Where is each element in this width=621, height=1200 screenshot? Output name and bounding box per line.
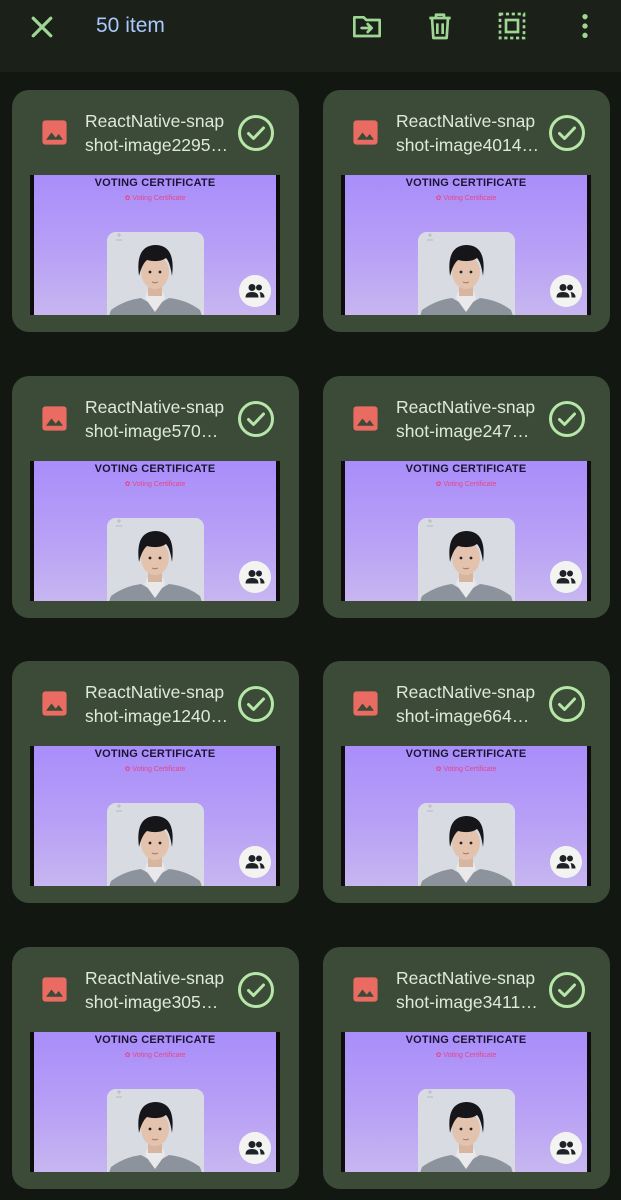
file-name-line-1: ReactNative-snap <box>396 397 536 417</box>
file-name-line-1: ReactNative-snap <box>396 111 536 131</box>
image-file-icon <box>42 406 67 431</box>
image-thumbnail[interactable]: VOTING CERTIFICATE ✿ Voting Certificate <box>30 175 280 315</box>
check-circle-icon[interactable] <box>548 971 586 1009</box>
check-circle-icon[interactable] <box>237 971 275 1009</box>
file-name: ReactNative-snap shot-image305… <box>85 966 235 1014</box>
certificate-subtitle: ✿ Voting Certificate <box>435 195 497 202</box>
file-name-line-1: ReactNative-snap <box>85 968 225 988</box>
file-name-line-2: shot-image570… <box>85 421 219 441</box>
file-card[interactable]: ReactNative-snap shot-image247… VOTING C… <box>323 376 610 618</box>
image-file-icon <box>42 691 67 716</box>
portrait-photo <box>107 1089 204 1172</box>
more-vert-icon[interactable] <box>569 10 601 42</box>
image-file-icon <box>42 977 67 1002</box>
check-circle-icon[interactable] <box>548 400 586 438</box>
file-name-line-1: ReactNative-snap <box>85 111 225 131</box>
image-file-icon <box>353 120 378 145</box>
close-icon[interactable] <box>27 12 57 42</box>
image-thumbnail[interactable]: VOTING CERTIFICATE ✿ Voting Certificate <box>341 175 591 315</box>
file-card[interactable]: ReactNative-snap shot-image664… VOTING C… <box>323 661 610 903</box>
file-name-line-2: shot-image1240… <box>85 706 228 726</box>
file-card[interactable]: ReactNative-snap shot-image570… VOTING C… <box>12 376 299 618</box>
select-all-icon[interactable] <box>496 10 528 42</box>
file-name-line-1: ReactNative-snap <box>396 968 536 988</box>
file-name-line-2: shot-image4014… <box>396 135 539 155</box>
delete-icon[interactable] <box>424 10 456 42</box>
certificate-title: VOTING CERTIFICATE <box>94 748 216 760</box>
check-circle-icon[interactable] <box>237 685 275 723</box>
certificate-subtitle: ✿ Voting Certificate <box>124 481 186 488</box>
file-name: ReactNative-snap shot-image247… <box>396 395 546 443</box>
portrait-photo <box>418 1089 515 1172</box>
image-thumbnail[interactable]: VOTING CERTIFICATE ✿ Voting Certificate <box>341 1032 591 1172</box>
file-card[interactable]: ReactNative-snap shot-image1240… VOTING … <box>12 661 299 903</box>
people-icon <box>550 275 582 307</box>
file-card[interactable]: ReactNative-snap shot-image305… VOTING C… <box>12 947 299 1189</box>
certificate-title: VOTING CERTIFICATE <box>405 177 527 189</box>
certificate-title: VOTING CERTIFICATE <box>405 463 527 475</box>
certificate-subtitle: ✿ Voting Certificate <box>435 1052 497 1059</box>
image-thumbnail[interactable]: VOTING CERTIFICATE ✿ Voting Certificate <box>30 1032 280 1172</box>
check-circle-icon[interactable] <box>237 114 275 152</box>
people-icon <box>550 1132 582 1164</box>
check-circle-icon[interactable] <box>548 685 586 723</box>
image-thumbnail[interactable]: VOTING CERTIFICATE ✿ Voting Certificate <box>341 746 591 886</box>
portrait-photo <box>418 803 515 886</box>
people-icon <box>239 846 271 878</box>
certificate-subtitle: ✿ Voting Certificate <box>435 481 497 488</box>
portrait-photo <box>107 518 204 601</box>
file-name-line-1: ReactNative-snap <box>396 682 536 702</box>
file-name-line-2: shot-image247… <box>396 421 530 441</box>
certificate-title: VOTING CERTIFICATE <box>405 1034 527 1046</box>
people-icon <box>550 846 582 878</box>
certificate-title: VOTING CERTIFICATE <box>94 1034 216 1046</box>
certificate-subtitle: ✿ Voting Certificate <box>124 195 186 202</box>
portrait-photo <box>107 232 204 315</box>
certificate-subtitle: ✿ Voting Certificate <box>124 766 186 773</box>
top-app-bar: 50 item <box>0 0 621 72</box>
file-name-line-2: shot-image2295… <box>85 135 228 155</box>
file-name-line-2: shot-image664… <box>396 706 530 726</box>
check-circle-icon[interactable] <box>237 400 275 438</box>
people-icon <box>239 275 271 307</box>
portrait-photo <box>107 803 204 886</box>
file-name-line-2: shot-image305… <box>85 992 219 1012</box>
image-file-icon <box>353 977 378 1002</box>
file-card[interactable]: ReactNative-snap shot-image2295… VOTING … <box>12 90 299 332</box>
people-icon <box>550 561 582 593</box>
certificate-title: VOTING CERTIFICATE <box>94 177 216 189</box>
file-name: ReactNative-snap shot-image570… <box>85 395 235 443</box>
file-name: ReactNative-snap shot-image2295… <box>85 109 235 157</box>
file-name: ReactNative-snap shot-image4014… <box>396 109 546 157</box>
portrait-photo <box>418 232 515 315</box>
people-icon <box>239 561 271 593</box>
file-name: ReactNative-snap shot-image3411… <box>396 966 546 1014</box>
file-card[interactable]: ReactNative-snap shot-image4014… VOTING … <box>323 90 610 332</box>
selection-count: 50 item <box>96 14 165 37</box>
image-thumbnail[interactable]: VOTING CERTIFICATE ✿ Voting Certificate <box>30 746 280 886</box>
certificate-title: VOTING CERTIFICATE <box>94 463 216 475</box>
check-circle-icon[interactable] <box>548 114 586 152</box>
certificate-title: VOTING CERTIFICATE <box>405 748 527 760</box>
image-file-icon <box>42 120 67 145</box>
file-name-line-1: ReactNative-snap <box>85 397 225 417</box>
certificate-subtitle: ✿ Voting Certificate <box>124 1052 186 1059</box>
certificate-subtitle: ✿ Voting Certificate <box>435 766 497 773</box>
file-card[interactable]: ReactNative-snap shot-image3411… VOTING … <box>323 947 610 1189</box>
file-name-line-2: shot-image3411… <box>396 992 538 1012</box>
image-file-icon <box>353 406 378 431</box>
image-thumbnail[interactable]: VOTING CERTIFICATE ✿ Voting Certificate <box>30 461 280 601</box>
file-name-line-1: ReactNative-snap <box>85 682 225 702</box>
file-name: ReactNative-snap shot-image664… <box>396 680 546 728</box>
image-thumbnail[interactable]: VOTING CERTIFICATE ✿ Voting Certificate <box>341 461 591 601</box>
people-icon <box>239 1132 271 1164</box>
image-file-icon <box>353 691 378 716</box>
portrait-photo <box>418 518 515 601</box>
move-to-folder-icon[interactable] <box>351 10 383 42</box>
file-name: ReactNative-snap shot-image1240… <box>85 680 235 728</box>
